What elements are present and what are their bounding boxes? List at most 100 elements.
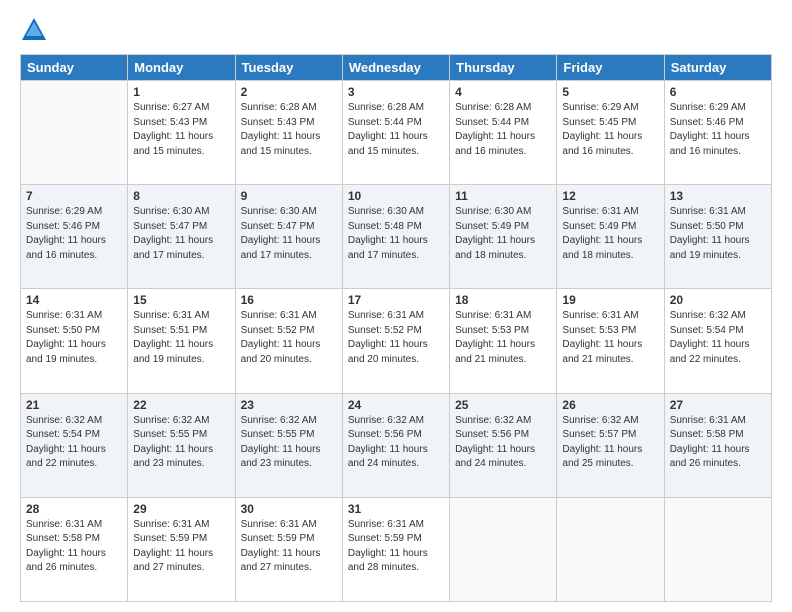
daylight-text: Daylight: 11 hours and 17 minutes. xyxy=(348,234,444,263)
sunrise-text: Sunrise: 6:31 AM xyxy=(133,309,229,324)
sunset-text: Sunset: 5:58 PM xyxy=(26,532,122,547)
day-cell: 26Sunrise: 6:32 AMSunset: 5:57 PMDayligh… xyxy=(557,393,664,497)
sunrise-text: Sunrise: 6:31 AM xyxy=(26,309,122,324)
day-info: Sunrise: 6:28 AMSunset: 5:43 PMDaylight:… xyxy=(241,101,337,159)
day-info: Sunrise: 6:31 AMSunset: 5:58 PMDaylight:… xyxy=(670,414,766,472)
sunrise-text: Sunrise: 6:29 AM xyxy=(562,101,658,116)
sunset-text: Sunset: 5:55 PM xyxy=(133,428,229,443)
day-cell: 8 Sunrise: 6:30 AMSunset: 5:47 PMDaylight… xyxy=(128,185,235,289)
daylight-text: Daylight: 11 hours and 21 minutes. xyxy=(455,338,551,367)
day-number: 26 xyxy=(562,398,658,412)
day-cell: 24 Sunrise: 6:32 AMSunset: 5:56 PMDayligh… xyxy=(342,393,449,497)
sunset-text: Sunset: 5:44 PM xyxy=(455,116,551,131)
day-number: 11 xyxy=(455,189,551,203)
day-info: Sunrise: 6:31 AMSunset: 5:59 PMDaylight:… xyxy=(348,518,444,576)
sunrise-text: Sunrise: 6:30 AM xyxy=(241,205,337,220)
day-number: 24 xyxy=(348,398,444,412)
header-cell-friday: Friday xyxy=(557,55,664,81)
day-cell: 13Sunrise: 6:31 AMSunset: 5:50 PMDayligh… xyxy=(664,185,771,289)
day-cell: 3Sunrise: 6:28 AMSunset: 5:44 PMDaylight… xyxy=(342,81,449,185)
sunset-text: Sunset: 5:48 PM xyxy=(348,220,444,235)
sunset-text: Sunset: 5:54 PM xyxy=(26,428,122,443)
sunset-text: Sunset: 5:54 PM xyxy=(670,324,766,339)
day-cell: 30Sunrise: 6:31 AMSunset: 5:59 PMDayligh… xyxy=(235,497,342,601)
day-info: Sunrise: 6:31 AMSunset: 5:52 PMDaylight:… xyxy=(348,309,444,367)
day-cell: 22 Sunrise: 6:32 AMSunset: 5:55 PMDayligh… xyxy=(128,393,235,497)
day-cell xyxy=(664,497,771,601)
day-info: Sunrise: 6:30 AMSunset: 5:47 PMDaylight:… xyxy=(133,205,229,263)
day-number: 22 xyxy=(133,398,229,412)
day-info: Sunrise: 6:29 AMSunset: 5:46 PMDaylight:… xyxy=(670,101,766,159)
day-info: Sunrise: 6:32 AMSunset: 5:54 PMDaylight:… xyxy=(26,414,122,472)
sunrise-text: Sunrise: 6:31 AM xyxy=(670,205,766,220)
sunset-text: Sunset: 5:49 PM xyxy=(562,220,658,235)
sunset-text: Sunset: 5:50 PM xyxy=(26,324,122,339)
day-cell: 21Sunrise: 6:32 AMSunset: 5:54 PMDayligh… xyxy=(21,393,128,497)
header-cell-thursday: Thursday xyxy=(450,55,557,81)
sunrise-text: Sunrise: 6:28 AM xyxy=(241,101,337,116)
day-number: 20 xyxy=(670,293,766,307)
day-info: Sunrise: 6:32 AMSunset: 5:56 PMDaylight:… xyxy=(348,414,444,472)
day-info: Sunrise: 6:31 AMSunset: 5:52 PMDaylight:… xyxy=(241,309,337,367)
sunset-text: Sunset: 5:55 PM xyxy=(241,428,337,443)
day-cell: 1Sunrise: 6:27 AMSunset: 5:43 PMDaylight… xyxy=(128,81,235,185)
day-number: 8 xyxy=(133,189,229,203)
week-row-1: 7Sunrise: 6:29 AMSunset: 5:46 PMDaylight… xyxy=(21,185,772,289)
day-cell: 4Sunrise: 6:28 AMSunset: 5:44 PMDaylight… xyxy=(450,81,557,185)
sunrise-text: Sunrise: 6:31 AM xyxy=(241,309,337,324)
day-cell: 10Sunrise: 6:30 AMSunset: 5:48 PMDayligh… xyxy=(342,185,449,289)
daylight-text: Daylight: 11 hours and 16 minutes. xyxy=(455,130,551,159)
day-number: 2 xyxy=(241,85,337,99)
day-info: Sunrise: 6:32 AMSunset: 5:56 PMDaylight:… xyxy=(455,414,551,472)
sunrise-text: Sunrise: 6:30 AM xyxy=(348,205,444,220)
sunrise-text: Sunrise: 6:31 AM xyxy=(562,205,658,220)
day-number: 30 xyxy=(241,502,337,516)
day-info: Sunrise: 6:30 AMSunset: 5:47 PMDaylight:… xyxy=(241,205,337,263)
daylight-text: Daylight: 11 hours and 24 minutes. xyxy=(455,443,551,472)
daylight-text: Daylight: 11 hours and 22 minutes. xyxy=(670,338,766,367)
day-number: 15 xyxy=(133,293,229,307)
sunrise-text: Sunrise: 6:30 AM xyxy=(455,205,551,220)
day-number: 16 xyxy=(241,293,337,307)
sunset-text: Sunset: 5:47 PM xyxy=(241,220,337,235)
week-row-4: 28Sunrise: 6:31 AMSunset: 5:58 PMDayligh… xyxy=(21,497,772,601)
header-cell-tuesday: Tuesday xyxy=(235,55,342,81)
day-cell xyxy=(557,497,664,601)
sunset-text: Sunset: 5:46 PM xyxy=(670,116,766,131)
day-info: Sunrise: 6:32 AMSunset: 5:55 PMDaylight:… xyxy=(133,414,229,472)
day-cell: 19 Sunrise: 6:31 AMSunset: 5:53 PMDayligh… xyxy=(557,289,664,393)
daylight-text: Daylight: 11 hours and 18 minutes. xyxy=(455,234,551,263)
day-cell: 2 Sunrise: 6:28 AMSunset: 5:43 PMDaylight… xyxy=(235,81,342,185)
day-info: Sunrise: 6:31 AMSunset: 5:53 PMDaylight:… xyxy=(455,309,551,367)
day-number: 12 xyxy=(562,189,658,203)
day-number: 7 xyxy=(26,189,122,203)
day-cell: 25Sunrise: 6:32 AMSunset: 5:56 PMDayligh… xyxy=(450,393,557,497)
day-number: 18 xyxy=(455,293,551,307)
sunrise-text: Sunrise: 6:32 AM xyxy=(348,414,444,429)
day-info: Sunrise: 6:31 AMSunset: 5:53 PMDaylight:… xyxy=(562,309,658,367)
day-number: 3 xyxy=(348,85,444,99)
day-number: 29 xyxy=(133,502,229,516)
sunrise-text: Sunrise: 6:31 AM xyxy=(670,414,766,429)
day-cell: 27 Sunrise: 6:31 AMSunset: 5:58 PMDayligh… xyxy=(664,393,771,497)
day-info: Sunrise: 6:30 AMSunset: 5:49 PMDaylight:… xyxy=(455,205,551,263)
daylight-text: Daylight: 11 hours and 24 minutes. xyxy=(348,443,444,472)
sunrise-text: Sunrise: 6:30 AM xyxy=(133,205,229,220)
sunrise-text: Sunrise: 6:31 AM xyxy=(26,518,122,533)
daylight-text: Daylight: 11 hours and 25 minutes. xyxy=(562,443,658,472)
day-number: 19 xyxy=(562,293,658,307)
sunset-text: Sunset: 5:49 PM xyxy=(455,220,551,235)
sunrise-text: Sunrise: 6:32 AM xyxy=(26,414,122,429)
day-info: Sunrise: 6:31 AMSunset: 5:51 PMDaylight:… xyxy=(133,309,229,367)
day-number: 1 xyxy=(133,85,229,99)
sunset-text: Sunset: 5:59 PM xyxy=(133,532,229,547)
sunrise-text: Sunrise: 6:28 AM xyxy=(455,101,551,116)
day-cell: 14Sunrise: 6:31 AMSunset: 5:50 PMDayligh… xyxy=(21,289,128,393)
day-cell: 28Sunrise: 6:31 AMSunset: 5:58 PMDayligh… xyxy=(21,497,128,601)
daylight-text: Daylight: 11 hours and 22 minutes. xyxy=(26,443,122,472)
day-number: 27 xyxy=(670,398,766,412)
daylight-text: Daylight: 11 hours and 23 minutes. xyxy=(241,443,337,472)
daylight-text: Daylight: 11 hours and 23 minutes. xyxy=(133,443,229,472)
logo-icon xyxy=(20,16,48,44)
day-cell: 6Sunrise: 6:29 AMSunset: 5:46 PMDaylight… xyxy=(664,81,771,185)
